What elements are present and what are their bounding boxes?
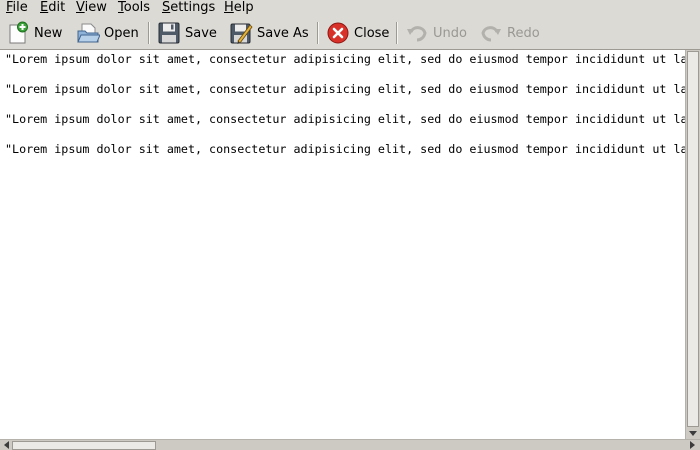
toolbar-separator (396, 22, 398, 44)
close-button[interactable]: Close (326, 19, 389, 47)
vertical-scrollbar-thumb[interactable] (687, 51, 699, 427)
redo-button-label: Redo (507, 25, 540, 41)
undo-button[interactable]: Undo (405, 19, 467, 47)
save-button[interactable]: Save (157, 19, 217, 47)
menu-help-accel: H (224, 0, 234, 15)
toolbar: New Open Save Save As Close Undo Redo (0, 17, 700, 49)
menu-file-rest: ile (12, 0, 28, 15)
menu-tools-rest: ools (123, 0, 151, 15)
open-button-label: Open (104, 25, 139, 41)
scroll-down-arrow-icon[interactable] (687, 428, 699, 438)
save-as-icon (230, 23, 253, 44)
menu-settings[interactable]: Settings (162, 0, 215, 17)
menu-view-rest: iew (84, 0, 107, 15)
floppy-disk-icon (158, 22, 180, 44)
close-button-label: Close (354, 25, 390, 41)
menu-help[interactable]: Help (224, 0, 254, 17)
horizontal-scrollbar-thumb[interactable] (12, 441, 156, 450)
menu-help-rest: elp (233, 0, 254, 15)
redo-button[interactable]: Redo (479, 19, 540, 47)
menu-edit[interactable]: Edit (40, 0, 65, 17)
open-button[interactable]: Open (76, 19, 139, 47)
menu-settings-rest: ettings (170, 0, 216, 15)
menu-bar: File Edit View Tools Settings Help (0, 0, 700, 17)
text-line: "Lorem ipsum dolor sit amet, consectetur… (5, 52, 688, 66)
text-line: "Lorem ipsum dolor sit amet, consectetur… (5, 142, 688, 156)
save-button-label: Save (185, 25, 217, 41)
new-button-label: New (34, 25, 63, 41)
vertical-scrollbar[interactable] (685, 50, 700, 439)
save-as-button-label: Save As (257, 25, 309, 41)
menu-tools[interactable]: Tools (118, 0, 150, 17)
menu-edit-accel: E (40, 0, 49, 15)
text-editor[interactable]: "Lorem ipsum dolor sit amet, consectetur… (0, 49, 700, 439)
text-line: "Lorem ipsum dolor sit amet, consectetur… (5, 82, 688, 96)
undo-button-label: Undo (433, 25, 467, 41)
scroll-right-arrow-icon[interactable] (686, 440, 698, 450)
new-button[interactable]: New (6, 19, 62, 47)
toolbar-separator (148, 22, 150, 44)
toolbar-separator (317, 22, 319, 44)
save-as-button[interactable]: Save As (229, 19, 309, 47)
text-line: "Lorem ipsum dolor sit amet, consectetur… (5, 112, 688, 126)
menu-view[interactable]: View (76, 0, 107, 17)
horizontal-scrollbar[interactable] (0, 439, 700, 450)
new-document-icon (9, 21, 28, 44)
open-folder-icon (77, 23, 100, 43)
menu-view-accel: V (76, 0, 85, 15)
menu-file[interactable]: File (6, 0, 28, 17)
close-icon (327, 22, 349, 44)
redo-icon (481, 26, 501, 42)
menu-edit-rest: dit (48, 0, 66, 15)
undo-icon (407, 26, 427, 42)
